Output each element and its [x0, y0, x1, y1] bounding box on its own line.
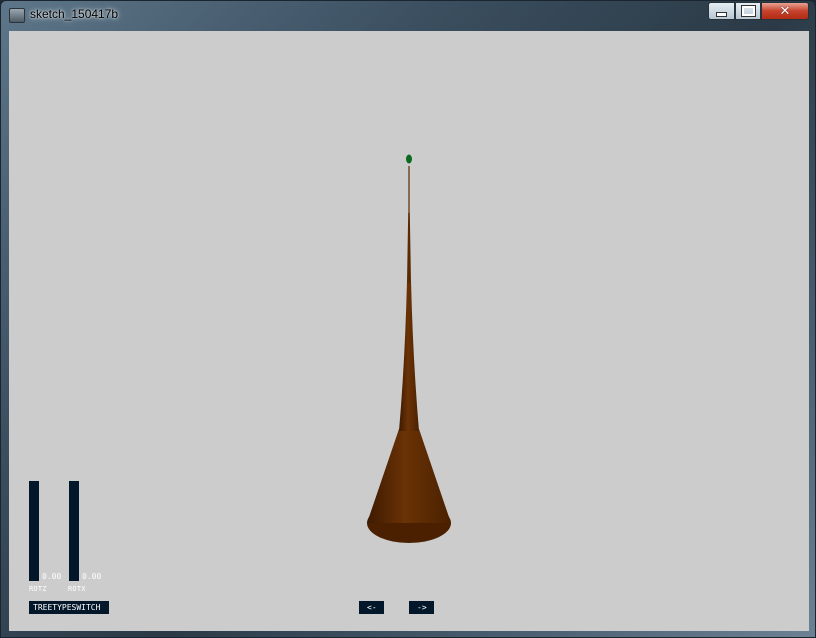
trunk-upper	[407, 213, 411, 283]
minimize-button[interactable]	[708, 2, 735, 20]
slider-rotx[interactable]	[69, 481, 79, 581]
title-bar[interactable]: sketch_150417b ✕	[1, 1, 816, 29]
maximize-icon	[740, 5, 756, 17]
leaf	[406, 154, 412, 164]
slider-rotz-label: ROTZ	[29, 585, 47, 593]
app-window: sketch_150417b ✕ 0.00 ROTZ 0.00 ROTX TRE…	[0, 0, 816, 638]
tree-scene	[367, 154, 451, 543]
slider-rotx-value: 0.00	[82, 572, 102, 581]
slider-rotz[interactable]	[29, 481, 39, 581]
close-button[interactable]: ✕	[761, 2, 809, 20]
trunk-middle	[399, 281, 419, 431]
close-icon: ✕	[779, 3, 791, 19]
maximize-button[interactable]	[735, 2, 761, 20]
slider-rotx-label: ROTX	[68, 585, 86, 593]
sketch-canvas[interactable]: 0.00 ROTZ 0.00 ROTX TREETYPESWITCH <- ->	[9, 31, 809, 631]
tree-type-switch-button[interactable]: TREETYPESWITCH	[29, 601, 109, 614]
app-icon	[9, 8, 25, 23]
prev-button[interactable]: <-	[359, 601, 384, 614]
next-button[interactable]: ->	[409, 601, 434, 614]
window-title: sketch_150417b	[30, 7, 119, 21]
minimize-icon	[716, 11, 727, 17]
trunk-stem	[408, 166, 410, 214]
slider-rotz-value: 0.00	[42, 572, 62, 581]
trunk-lower	[367, 429, 451, 523]
